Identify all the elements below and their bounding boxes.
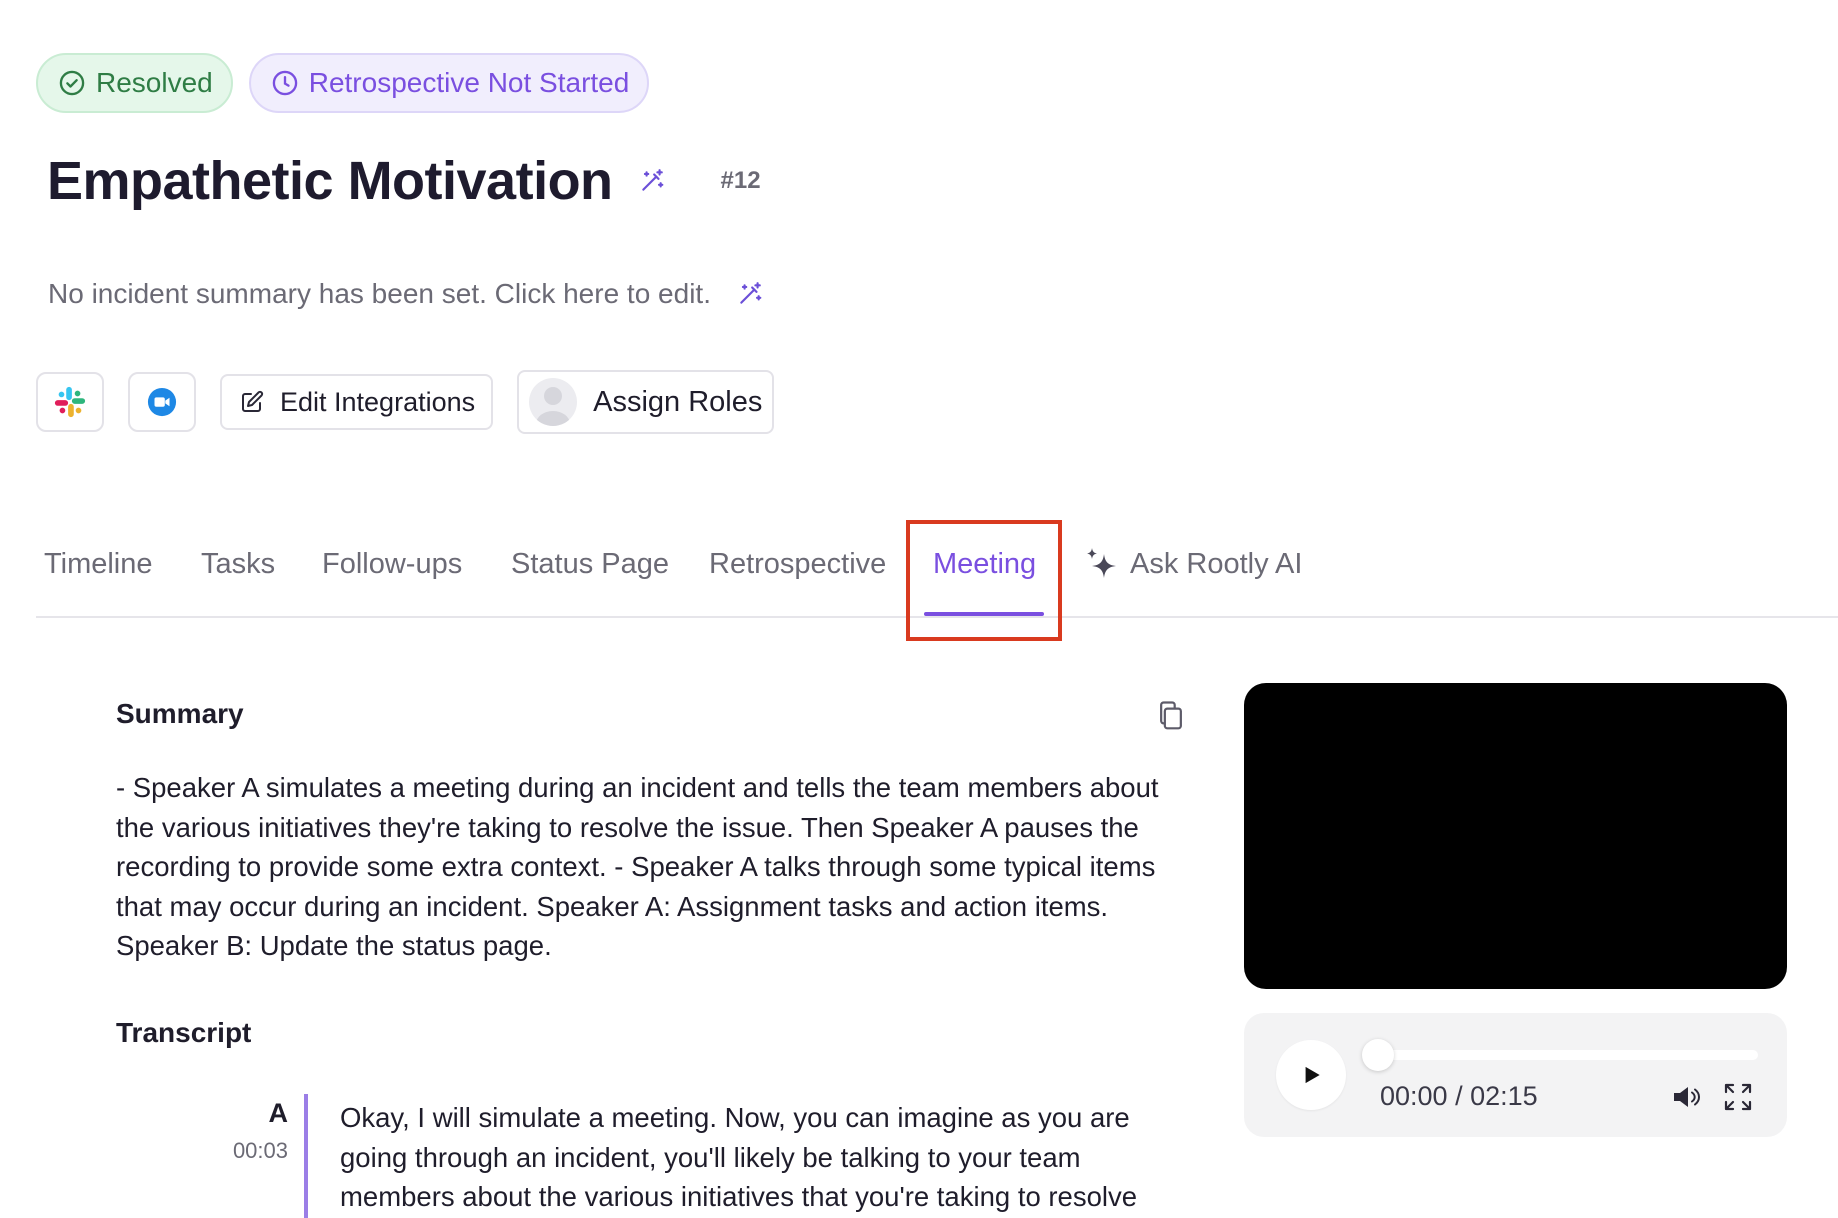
play-button[interactable]: [1276, 1040, 1346, 1110]
tab-status-page[interactable]: Status Page: [511, 548, 669, 581]
fullscreen-icon[interactable]: [1722, 1081, 1754, 1113]
slack-icon: [53, 385, 87, 419]
retrospective-badge[interactable]: Retrospective Not Started: [249, 53, 650, 113]
incident-number: #12: [721, 167, 761, 195]
transcript-timestamp[interactable]: 00:03: [233, 1138, 288, 1164]
audio-controls: 00:00 / 02:15: [1244, 1013, 1787, 1137]
resolved-label: Resolved: [96, 67, 213, 99]
resolved-badge[interactable]: Resolved: [36, 53, 233, 113]
copy-icon[interactable]: [1156, 700, 1186, 732]
edit-icon: [240, 390, 264, 414]
playback-time: 00:00 / 02:15: [1380, 1081, 1538, 1112]
sparkle-icon[interactable]: [1084, 546, 1120, 582]
meeting-summary-text: - Speaker A simulates a meeting during a…: [116, 768, 1196, 966]
clock-icon: [271, 69, 299, 97]
speaker-label: A: [269, 1098, 289, 1129]
zoom-button[interactable]: [128, 372, 196, 432]
transcript-divider: [304, 1094, 308, 1218]
zoom-icon: [147, 387, 177, 417]
tab-timeline[interactable]: Timeline: [44, 548, 153, 581]
tab-ask-rootly-ai[interactable]: Ask Rootly AI: [1130, 548, 1302, 581]
transcript-text: Okay, I will simulate a meeting. Now, yo…: [340, 1098, 1200, 1217]
slack-button[interactable]: [36, 372, 104, 432]
magic-wand-icon[interactable]: [639, 168, 665, 194]
tab-tasks[interactable]: Tasks: [201, 548, 275, 581]
edit-integrations-button[interactable]: Edit Integrations: [220, 374, 493, 430]
incident-page: Resolved Retrospective Not Started Empat…: [0, 0, 1838, 1218]
play-icon: [1298, 1062, 1324, 1088]
assign-roles-button[interactable]: Assign Roles: [517, 370, 774, 434]
title-row: Empathetic Motivation #12: [47, 150, 761, 212]
incident-summary[interactable]: No incident summary has been set. Click …: [48, 278, 763, 310]
progress-thumb[interactable]: [1362, 1039, 1394, 1071]
assign-roles-label: Assign Roles: [593, 386, 762, 419]
edit-integrations-label: Edit Integrations: [280, 387, 475, 418]
volume-icon[interactable]: [1670, 1081, 1702, 1113]
transcript-entry: A 00:03 Okay, I will simulate a meeting.…: [116, 1092, 1206, 1218]
page-title[interactable]: Empathetic Motivation: [47, 150, 613, 212]
summary-placeholder[interactable]: No incident summary has been set. Click …: [48, 278, 711, 310]
summary-heading: Summary: [116, 698, 244, 730]
status-badges: Resolved Retrospective Not Started: [36, 53, 649, 113]
meeting-tab-highlight: [906, 520, 1062, 641]
transcript-heading: Transcript: [116, 1017, 251, 1049]
incident-actions: Edit Integrations Assign Roles: [36, 370, 774, 434]
magic-wand-icon[interactable]: [737, 281, 763, 307]
retrospective-label: Retrospective Not Started: [309, 67, 630, 99]
video-player[interactable]: [1244, 683, 1787, 989]
tab-follow-ups[interactable]: Follow-ups: [322, 548, 462, 581]
avatar: [529, 378, 577, 426]
progress-track[interactable]: [1366, 1050, 1758, 1060]
tab-retrospective[interactable]: Retrospective: [709, 548, 886, 581]
check-circle-icon: [58, 69, 86, 97]
